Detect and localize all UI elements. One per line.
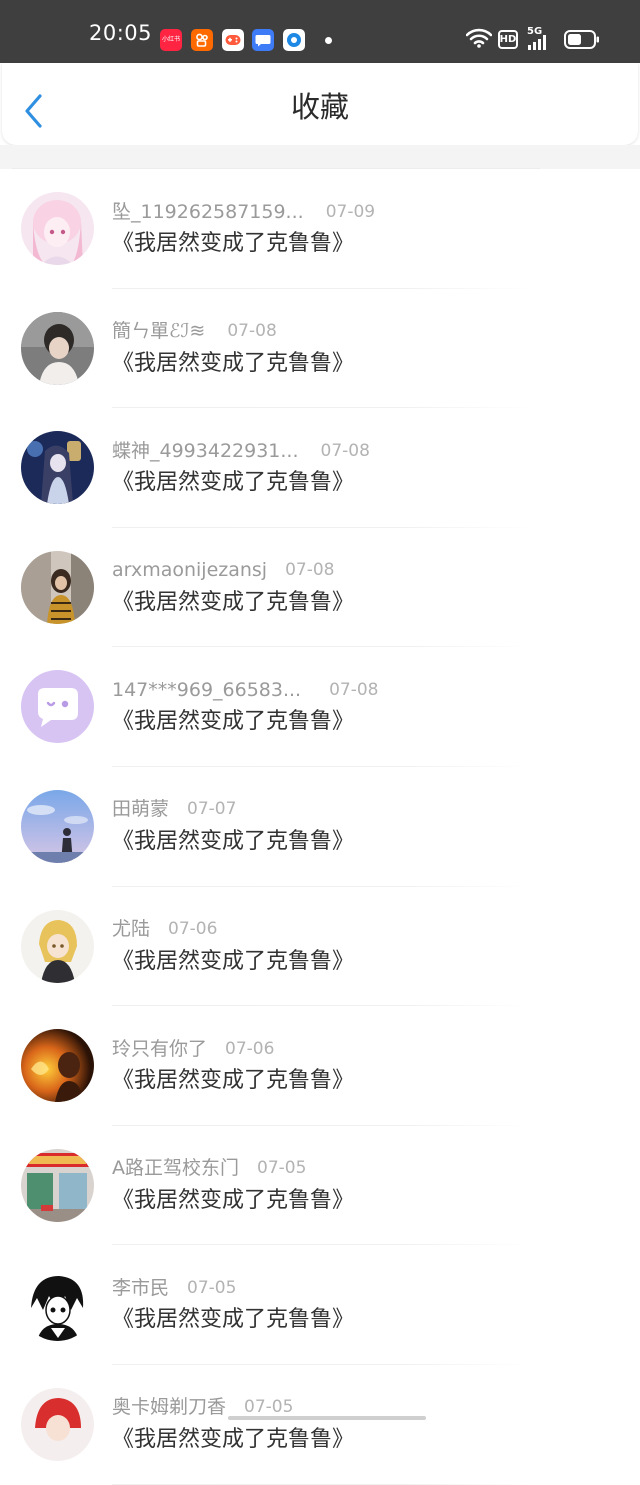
avatar[interactable] [21,1148,94,1222]
item-meta: A路正驾校东门 07-05 [112,1157,306,1181]
item-meta: 147***969_66583... 07-08 [112,678,379,702]
book-title[interactable]: 《我居然变成了克鲁鲁》 [112,1309,354,1331]
item-meta: 尤陆 07-06 [112,918,217,942]
message-bubble-icon [252,29,274,51]
username[interactable]: arxmaonijezansj [112,561,267,580]
date: 07-08 [320,440,370,461]
avatar[interactable] [21,431,94,505]
book-title[interactable]: 《我居然变成了克鲁鲁》 [112,591,354,614]
date: 07-06 [168,919,218,940]
date: 07-08 [285,560,335,581]
book-title[interactable]: 《我居然变成了克鲁鲁》 [112,950,354,973]
list-item[interactable]: 李市民 07-05 《我居然变成了克鲁鲁》 [0,1245,640,1365]
date: 07-05 [244,1397,294,1418]
book-title[interactable]: 《我居然变成了克鲁鲁》 [112,1189,354,1212]
header-bar: 收藏 [2,63,638,145]
notification-dot [325,37,332,44]
book-title[interactable]: 《我居然变成了克鲁鲁》 [112,472,354,494]
username[interactable]: 蝶神_4993422931... [112,441,299,461]
avatar[interactable] [21,1268,94,1342]
book-title[interactable]: 《我居然变成了克鲁鲁》 [112,830,354,853]
date: 07-07 [187,799,237,820]
date: 07-05 [187,1277,237,1298]
battery-icon [564,30,599,49]
avatar[interactable] [21,670,94,744]
item-meta: 蝶神_4993422931... 07-08 [112,439,370,463]
list-item[interactable]: 奥卡姆剃刀香 07-05 《我居然变成了克鲁鲁》 [0,1365,640,1485]
item-meta: 田萌蒙 07-07 [112,798,236,822]
avatar[interactable] [21,192,94,265]
signal-icon [528,35,546,50]
book-title[interactable]: 《我居然变成了克鲁鲁》 [112,352,354,375]
book-title[interactable]: 《我居然变成了克鲁鲁》 [112,1070,354,1092]
username[interactable]: 坠_119262587159... [112,202,304,222]
page-title: 收藏 [290,90,349,124]
hd-icon: HD [498,30,518,49]
list-item[interactable]: 蝶神_4993422931... 07-08 《我居然变成了克鲁鲁》 [0,408,640,528]
list-item[interactable]: 田萌蒙 07-07 《我居然变成了克鲁鲁》 [0,767,640,887]
date: 07-09 [325,201,376,222]
item-meta: arxmaonijezansj 07-08 [112,559,335,583]
game-center-icon [222,29,244,51]
date: 07-05 [257,1158,307,1179]
avatar[interactable] [21,1387,94,1461]
book-title[interactable]: 《我居然变成了克鲁鲁》 [112,1428,354,1451]
username[interactable]: 尤陆 [112,920,150,939]
username[interactable]: 田萌蒙 [112,800,169,819]
avatar[interactable] [21,311,94,385]
item-meta: 李市民 07-05 [112,1276,236,1300]
status-bar: 20:05 小红书 HD 5G [0,0,640,63]
list-item[interactable]: 玲只有你了 07-06 《我居然变成了克鲁鲁》 [0,1006,640,1126]
wifi-icon [466,28,492,48]
browser-icon [283,29,305,51]
date: 07-08 [227,321,277,342]
avatar[interactable] [21,550,94,624]
item-meta: 坠_119262587159... 07-09 [112,200,375,224]
avatar[interactable] [21,789,94,863]
xiaohongshu-icon: 小红书 [160,29,182,51]
kuaishou-icon [191,29,213,51]
list-item[interactable]: arxmaonijezansj 07-08 《我居然变成了克鲁鲁》 [0,528,640,648]
list-item[interactable]: 簡ㄣ單ℰℐ≋ 07-08 《我居然变成了克鲁鲁》 [0,289,640,409]
avatar[interactable] [21,909,94,983]
username[interactable]: A路正驾校东门 [112,1159,239,1178]
username[interactable]: 奥卡姆剃刀香 [112,1398,226,1417]
username[interactable]: 李市民 [112,1278,169,1298]
item-meta: 簡ㄣ單ℰℐ≋ 07-08 [112,320,277,344]
book-title[interactable]: 《我居然变成了克鲁鲁》 [112,711,354,733]
status-time: 20:05 [89,21,153,45]
list-item[interactable]: 尤陆 07-06 《我居然变成了克鲁鲁》 [0,887,640,1007]
username[interactable]: 玲只有你了 [112,1039,207,1059]
date: 07-06 [225,1038,275,1059]
username[interactable]: 147***969_66583... [112,680,301,700]
home-indicator[interactable] [228,1416,426,1420]
list-top-spacer [0,145,640,169]
book-title[interactable]: 《我居然变成了克鲁鲁》 [112,233,354,255]
list-item[interactable]: A路正驾校东门 07-05 《我居然变成了克鲁鲁》 [0,1126,640,1246]
list-item[interactable]: 坠_119262587159... 07-09 《我居然变成了克鲁鲁》 [0,169,640,289]
list-item[interactable]: 147***969_66583... 07-08 《我居然变成了克鲁鲁》 [0,647,640,767]
favorites-list: 坠_119262587159... 07-09 《我居然变成了克鲁鲁》 簡ㄣ單ℰ… [0,169,640,1485]
item-meta: 玲只有你了 07-06 [112,1037,274,1061]
avatar[interactable] [21,1029,94,1103]
username[interactable]: 簡ㄣ單ℰℐ≋ [112,322,205,341]
date: 07-08 [329,679,379,700]
